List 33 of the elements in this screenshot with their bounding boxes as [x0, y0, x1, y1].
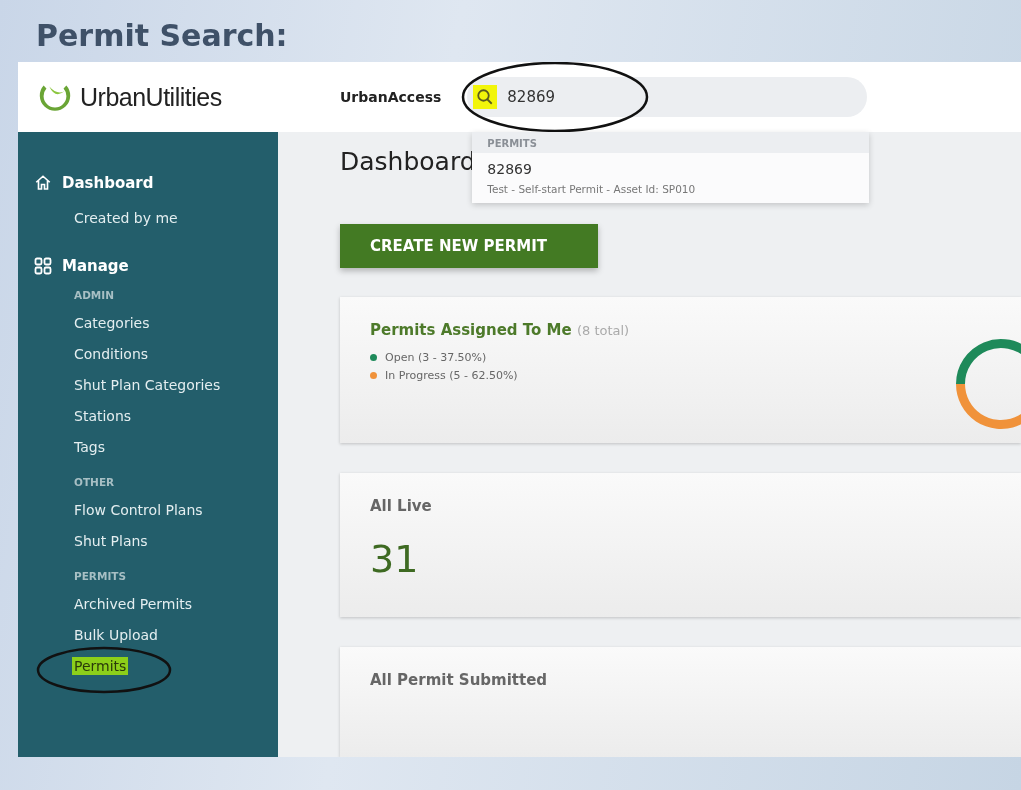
sidebar-section[interactable]: Dashboard [62, 174, 154, 192]
card-title: Permits Assigned To Me (8 total) [370, 321, 631, 340]
app-name: UrbanAccess [340, 89, 442, 105]
sidebar-section[interactable]: Manage [62, 257, 129, 275]
legend-label: In Progress (5 - 62.50%) [385, 369, 518, 383]
sidebar-item[interactable]: Conditions [72, 344, 151, 363]
sidebar-item[interactable]: Tags [72, 437, 107, 456]
sidebar-item[interactable]: Permits [72, 656, 129, 675]
logo-text: UrbanUtilities [80, 82, 222, 112]
sidebar-item[interactable]: Stations [72, 406, 134, 425]
stat-value: 31 [370, 536, 420, 581]
sidebar-item[interactable]: Bulk Upload [72, 625, 160, 644]
home-icon [34, 174, 52, 192]
grid-icon [34, 257, 52, 275]
group-heading: PERMITS [73, 570, 128, 582]
sidebar-item[interactable]: Categories [72, 313, 152, 332]
sidebar-item[interactable]: Created by me [72, 208, 180, 227]
card-title: All Permit Submitted [370, 671, 549, 689]
slide-title: Permit Search: [35, 17, 289, 55]
sidebar-item[interactable]: Archived Permits [72, 594, 195, 613]
result-title: 82869 [487, 161, 533, 177]
results-heading: PERMITS [472, 132, 870, 153]
sidebar-item[interactable]: Flow Control Plans [72, 500, 205, 519]
card-title: All Live [370, 496, 433, 515]
sidebar-item[interactable]: Shut Plans [72, 531, 150, 550]
create-permit-button[interactable]: CREATE NEW PERMIT [340, 224, 598, 269]
legend-label: Open (3 - 37.50%) [385, 351, 487, 365]
sidebar-item[interactable]: Shut Plan Categories [72, 375, 223, 394]
search-field[interactable]: 82869 [467, 77, 868, 117]
result-detail: Test - Self-start Permit - Asset Id: SP010 [487, 183, 697, 195]
group-heading: ADMIN [73, 289, 115, 301]
result-item[interactable]: 82869 Test - Self-start Permit - Asset Id: SP010 [472, 153, 870, 203]
group-heading: OTHER [73, 476, 116, 488]
